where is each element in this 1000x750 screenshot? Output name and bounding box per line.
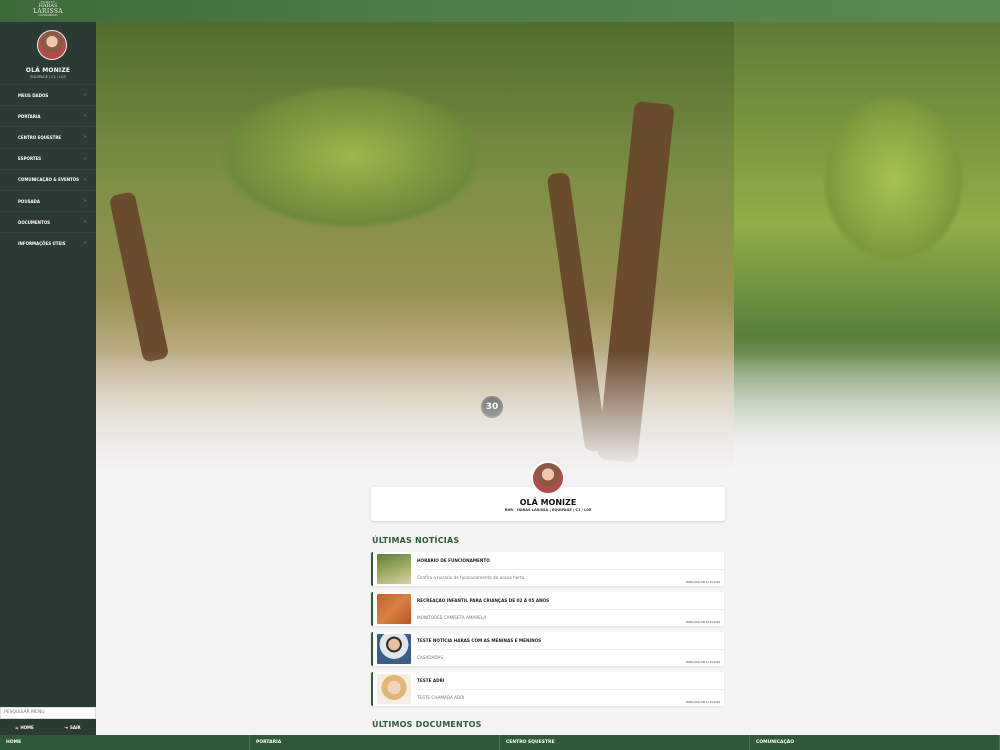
- chevron-right-icon: ›: [83, 92, 86, 99]
- bottom-tab-portaria[interactable]: PORTARIA: [250, 735, 500, 750]
- sidebar-item-meus-dados[interactable]: MEUS DADOS ›: [0, 84, 96, 105]
- profile-avatar[interactable]: [531, 461, 565, 495]
- news-item[interactable]: RECREAÇÃO INFANTIL PARA CRIANÇAS DE 02 À…: [371, 592, 724, 626]
- divider: [415, 649, 724, 650]
- news-section-title: ÚLTIMAS NOTÍCIAS: [372, 536, 460, 545]
- news-thumbnail: [377, 594, 411, 624]
- chevron-right-icon: ›: [83, 219, 86, 226]
- chevron-right-icon: ›: [83, 134, 86, 141]
- news-date: PUBLICADO EM 30.09.2022: [685, 621, 720, 624]
- exit-button[interactable]: ⇥ SAIR: [65, 725, 81, 730]
- sidebar-item-centro-equestre[interactable]: CENTRO EQUESTRE ›: [0, 126, 96, 147]
- sidebar-item-label: CENTRO EQUESTRE: [18, 134, 62, 140]
- sidebar-item-label: MEUS DADOS: [18, 92, 49, 98]
- documents-section-title: ÚLTIMOS DOCUMENTOS: [372, 720, 482, 729]
- news-title: RECREAÇÃO INFANTIL PARA CRIANÇAS DE 02 À…: [417, 598, 550, 603]
- chevron-right-icon: ›: [83, 198, 86, 205]
- news-title: TESTE ADRI: [417, 678, 445, 683]
- sidebar-item-label: POUSADA: [18, 198, 40, 204]
- profile-greeting: OLÁ MONIZE: [519, 498, 577, 507]
- news-date: PUBLICADO EM 12.10.2022: [685, 581, 720, 584]
- chevron-right-icon: ›: [83, 240, 86, 247]
- news-description: Confira o horário de funcionamento da no…: [417, 575, 526, 580]
- sidebar-subtitle: EQUIPAGE | C1 / L05: [30, 75, 66, 79]
- home-icon: ⌂: [15, 724, 19, 730]
- news-date: PUBLICADO EM 27.09.2022: [685, 661, 720, 664]
- sidebar-actions: ⌂ HOME ⇥ SAIR: [0, 719, 96, 735]
- bottom-tab-centro-equestre[interactable]: CENTRO EQUESTRE: [500, 735, 750, 750]
- sidebar-item-label: PORTARIA: [18, 113, 41, 119]
- sidebar-item-informacoes[interactable]: INFORMAÇÕES ÚTEIS ›: [0, 232, 96, 253]
- news-item[interactable]: TESTE ADRI TESTE CHAMADA ADRI PUBLICADO …: [371, 672, 724, 706]
- chevron-right-icon: ›: [83, 113, 86, 120]
- sidebar-item-pousada[interactable]: POUSADA ›: [0, 189, 96, 211]
- chevron-right-icon: ›: [83, 176, 86, 183]
- news-description: MONITORES CAMISETA AMARELA: [417, 615, 487, 620]
- news-thumbnail: [377, 634, 411, 664]
- hero-fade: [96, 352, 1000, 472]
- exit-icon: ⇥: [64, 724, 69, 730]
- news-thumbnail: [377, 554, 411, 584]
- logo-line-4: CONDOMÍNIO: [38, 14, 58, 17]
- news-description: CASADADAS: [417, 655, 444, 660]
- sidebar-item-documentos[interactable]: DOCUMENTOS ›: [0, 211, 96, 232]
- chevron-right-icon: ›: [83, 155, 86, 162]
- news-title: HORÁRIO DE FUNCIONAMENTO: [417, 558, 490, 563]
- top-bar: FAMILY HARAS LARISSA CONDOMÍNIO: [0, 0, 1000, 22]
- sidebar-item-label: ESPORTES: [18, 156, 42, 162]
- sidebar-greeting: OLÁ MONIZE: [25, 67, 71, 74]
- news-description: TESTE CHAMADA ADRI: [417, 695, 465, 700]
- sidebar-item-label: COMUNICAÇÃO & EVENTOS: [18, 177, 80, 183]
- sidebar-item-portaria[interactable]: PORTARIA ›: [0, 105, 96, 126]
- news-item[interactable]: HORÁRIO DE FUNCIONAMENTO Confira o horár…: [371, 552, 724, 586]
- haras-larissa-logo[interactable]: FAMILY HARAS LARISSA CONDOMÍNIO: [30, 1, 66, 21]
- news-item[interactable]: TESTE NOTÍCIA HARAS COM AS MENINAS E MEN…: [371, 632, 724, 666]
- sidebar-item-comunicacao[interactable]: COMUNICAÇÃO & EVENTOS ›: [0, 168, 96, 190]
- home-label: HOME: [20, 724, 34, 730]
- divider: [415, 609, 724, 610]
- hero-banner: 30: [96, 22, 1000, 472]
- sidebar: OLÁ MONIZE EQUIPAGE | C1 / L05 MEUS DADO…: [0, 22, 96, 735]
- sidebar-item-label: INFORMAÇÕES ÚTEIS: [18, 240, 66, 246]
- sidebar-item-label: DOCUMENTOS: [18, 219, 50, 225]
- bottom-tab-home[interactable]: HOME: [0, 735, 250, 750]
- divider: [415, 689, 724, 690]
- bottom-tab-comunicacao[interactable]: COMUNICAÇÃO: [750, 735, 1000, 750]
- divider: [415, 569, 724, 570]
- sidebar-item-esportes[interactable]: ESPORTES ›: [0, 147, 96, 169]
- profile-info: RHR - HARAS LARISSA | EQUIPAGE | C1 / L0…: [504, 508, 592, 512]
- menu-search-input[interactable]: PESQUISAR MENU: [0, 707, 96, 719]
- exit-label: SAIR: [70, 724, 81, 730]
- news-thumbnail: [377, 674, 411, 704]
- news-title: TESTE NOTÍCIA HARAS COM AS MENINAS E MEN…: [417, 638, 542, 643]
- sidebar-menu: MEUS DADOS › PORTARIA › CENTRO EQUESTRE › E…: [0, 84, 96, 254]
- home-button[interactable]: ⌂ HOME: [15, 725, 33, 730]
- bottom-nav: HOME PORTARIA CENTRO EQUESTRE COMUNICAÇÃ…: [0, 735, 1000, 750]
- news-date: PUBLICADO EM 27.09.2022: [685, 701, 720, 704]
- user-avatar[interactable]: [37, 30, 67, 60]
